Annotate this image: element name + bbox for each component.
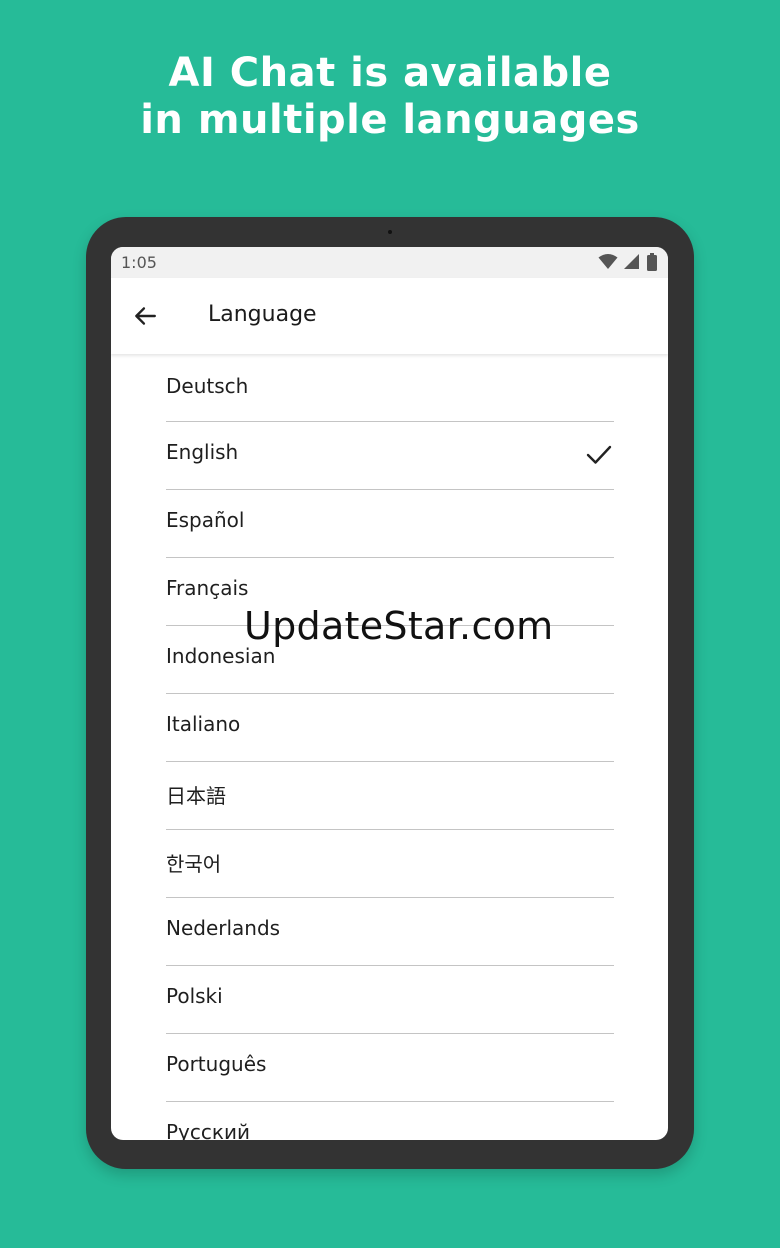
language-label: 日本語 (166, 784, 226, 808)
language-item-japanese[interactable]: 日本語 (166, 762, 614, 830)
language-item-korean[interactable]: 한국어 (166, 830, 614, 898)
language-item-english[interactable]: English (166, 422, 614, 490)
back-button[interactable] (125, 296, 165, 336)
language-item-nederlands[interactable]: Nederlands (166, 898, 614, 966)
headline-line-2: in multiple languages (140, 97, 640, 143)
language-label: 한국어 (166, 852, 222, 876)
tablet-frame: 1:05 Language Deutsch English Español Fr… (86, 217, 694, 1169)
status-bar: 1:05 (111, 247, 668, 278)
arrow-left-icon (135, 307, 156, 325)
language-label: Polski (166, 984, 223, 1008)
promo-headline: AI Chat is available in multiple languag… (0, 50, 780, 144)
language-label: Deutsch (166, 374, 249, 398)
app-bar: Language (111, 278, 668, 354)
status-icons (598, 253, 658, 271)
wifi-icon (598, 254, 618, 269)
language-label: Español (166, 508, 245, 532)
watermark-text: UpdateStar.com (244, 604, 554, 648)
language-label: Русский (166, 1120, 250, 1140)
language-label: Português (166, 1052, 267, 1076)
tablet-screen: 1:05 Language Deutsch English Español Fr… (111, 247, 668, 1140)
language-item-russian[interactable]: Русский (166, 1102, 614, 1140)
page-title: Language (208, 302, 317, 327)
language-label: English (166, 440, 239, 464)
language-item-espanol[interactable]: Español (166, 490, 614, 558)
signal-icon (623, 254, 639, 269)
language-item-polski[interactable]: Polski (166, 966, 614, 1034)
status-time: 1:05 (121, 253, 157, 272)
check-icon (586, 445, 612, 464)
language-list: Deutsch English Español Français Indones… (111, 354, 668, 1140)
language-label: Italiano (166, 712, 241, 736)
language-item-italiano[interactable]: Italiano (166, 694, 614, 762)
camera-dot (388, 230, 392, 234)
language-item-portugues[interactable]: Português (166, 1034, 614, 1102)
language-label: Français (166, 576, 249, 600)
headline-line-1: AI Chat is available (168, 50, 612, 96)
language-label: Nederlands (166, 916, 281, 940)
language-item-deutsch[interactable]: Deutsch (166, 354, 614, 422)
battery-icon (647, 253, 657, 271)
